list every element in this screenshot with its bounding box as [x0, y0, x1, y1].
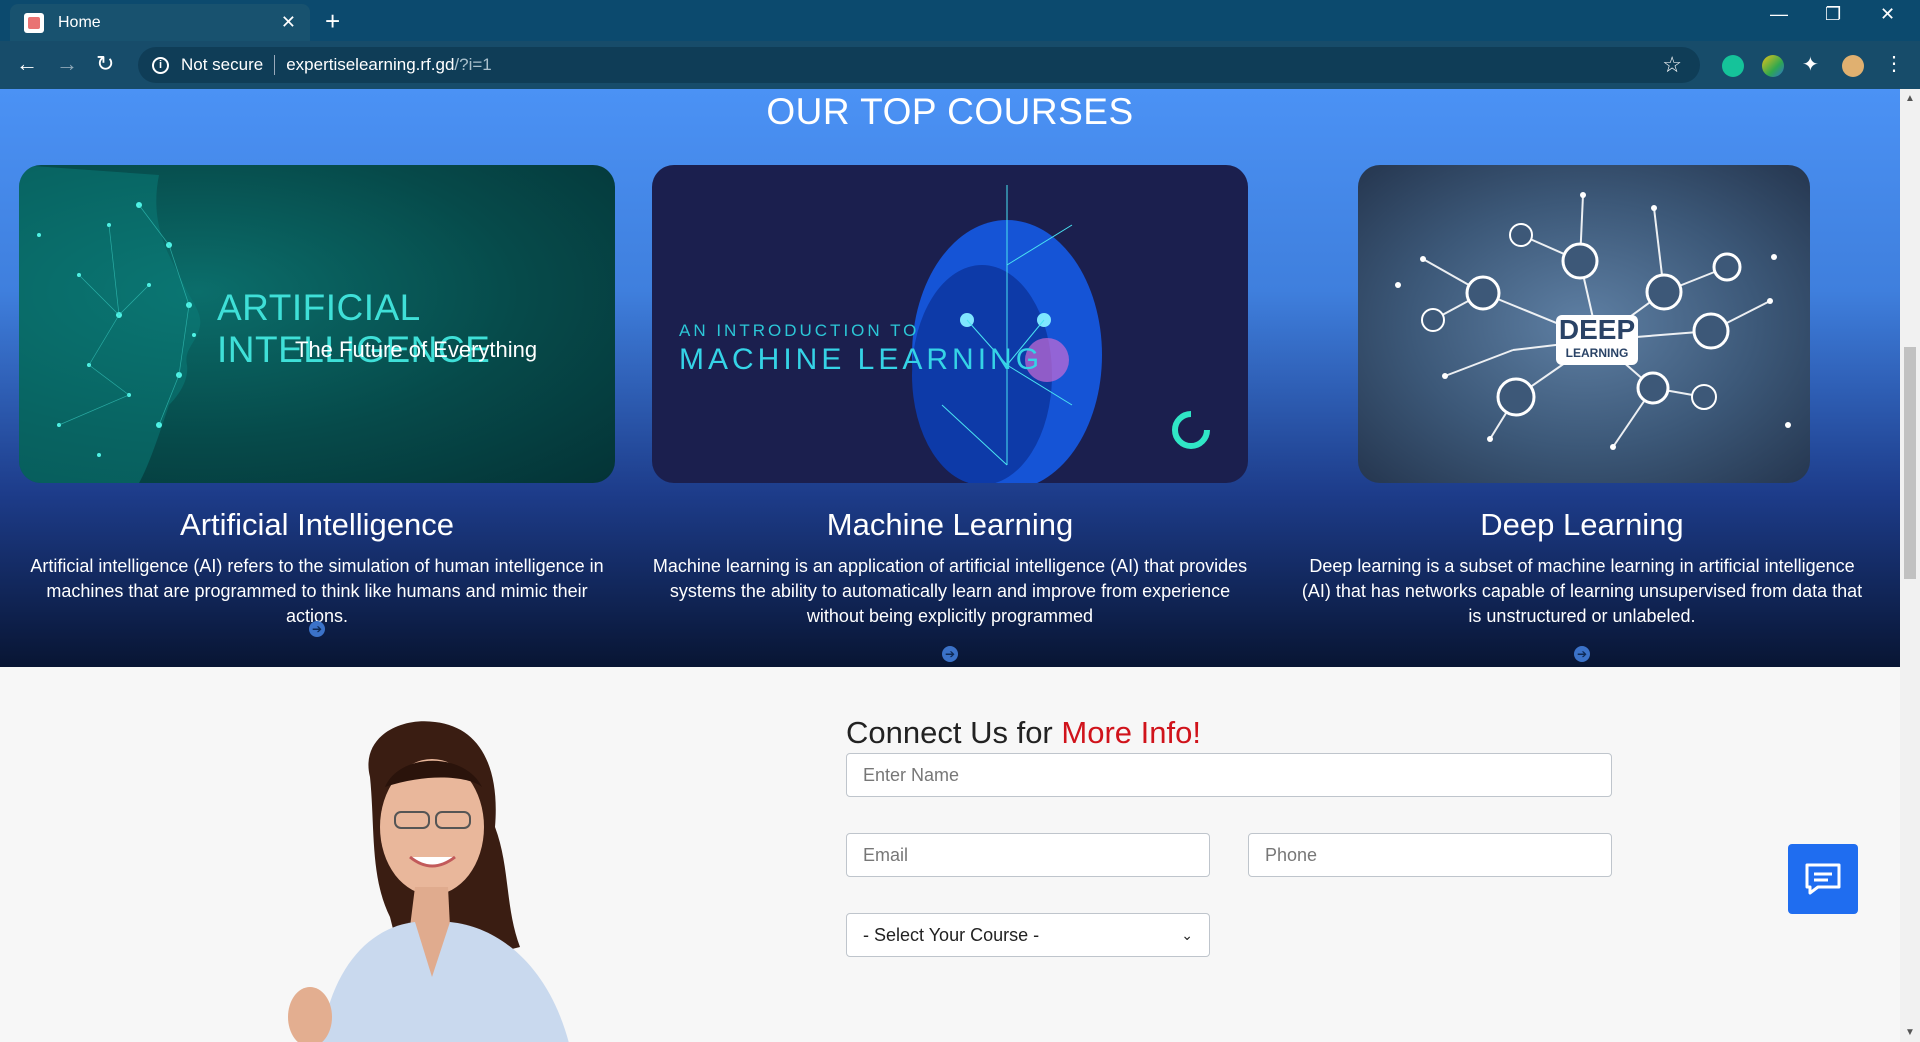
- menu-dots-icon[interactable]: ⋮: [1884, 51, 1906, 75]
- course-description-dl: Deep learning is a subset of machine lea…: [1301, 556, 1863, 626]
- page-viewport: OUR TOP COURSES ARTIFICIAL INTELLIGENCE …: [0, 89, 1900, 1042]
- new-tab-button[interactable]: +: [325, 6, 340, 37]
- grammarly-extension-icon[interactable]: [1722, 55, 1744, 77]
- arrow-right-circle-icon[interactable]: ➔: [309, 621, 325, 637]
- ai-image-subtitle: The Future of Everything: [295, 337, 538, 362]
- scrollbar-thumb[interactable]: [1904, 347, 1916, 579]
- site-favicon-icon: [24, 12, 44, 33]
- back-arrow-icon[interactable]: ←: [16, 51, 38, 77]
- dl-image-badge: DEEP LEARNING: [1556, 315, 1638, 365]
- contact-heading-accent: More Info!: [1061, 715, 1201, 750]
- star-icon[interactable]: ☆: [1662, 52, 1682, 78]
- security-label: Not secure: [181, 55, 264, 74]
- dl-course-image[interactable]: DEEP LEARNING: [1358, 165, 1810, 483]
- scroll-up-arrow-icon[interactable]: ▲: [1905, 93, 1915, 104]
- ml-image-title: MACHINE LEARNING: [679, 343, 1044, 376]
- course-title-dl[interactable]: Deep Learning: [1298, 507, 1866, 543]
- page-scrollbar[interactable]: ▲ ▼: [1900, 89, 1920, 1042]
- course-title-ai[interactable]: Artificial Intelligence: [19, 507, 615, 543]
- scroll-down-arrow-icon[interactable]: ▼: [1905, 1027, 1915, 1038]
- restore-button[interactable]: ❐: [1825, 4, 1841, 25]
- close-window-button[interactable]: ✕: [1880, 4, 1895, 25]
- profile-avatar[interactable]: [1842, 55, 1864, 77]
- address-bar[interactable]: i Not secure expertiselearning.rf.gd /?i…: [138, 47, 1700, 83]
- course-description-ai: Artificial intelligence (AI) refers to t…: [30, 556, 604, 626]
- browser-toolbar: ← → ↻ i Not secure expertiselearning.rf.…: [0, 41, 1920, 89]
- url-path: /?i=1: [454, 55, 492, 74]
- info-icon[interactable]: i: [152, 56, 169, 74]
- dl-image-title: DEEP: [1558, 314, 1636, 345]
- course-title-ml[interactable]: Machine Learning: [652, 507, 1248, 543]
- ml-course-image[interactable]: AN INTRODUCTION TO MACHINE LEARNING: [652, 165, 1248, 483]
- contact-heading-text: Connect Us for: [846, 715, 1062, 750]
- section-heading: OUR TOP COURSES: [766, 91, 1134, 132]
- reload-icon[interactable]: ↻: [96, 51, 114, 77]
- minimize-button[interactable]: —: [1770, 4, 1788, 25]
- woman-photo: [288, 721, 569, 1042]
- name-input[interactable]: [846, 753, 1612, 797]
- arrow-right-circle-icon[interactable]: ➔: [942, 646, 958, 662]
- email-input[interactable]: [846, 833, 1210, 877]
- contact-section: Connect Us for More Info! - Select Your …: [0, 667, 1900, 1042]
- url-host: expertiselearning.rf.gd: [286, 55, 455, 74]
- chat-bubble-icon: [1805, 863, 1841, 895]
- tab-home[interactable]: Home ✕: [10, 4, 310, 41]
- chat-widget-button[interactable]: [1788, 844, 1858, 914]
- arrow-right-circle-icon[interactable]: ➔: [1574, 646, 1590, 662]
- browser-tab-bar: Home ✕ + — ❐ ✕: [0, 0, 1920, 41]
- puzzle-extensions-icon[interactable]: ✦: [1802, 52, 1824, 76]
- phone-input[interactable]: [1248, 833, 1612, 877]
- address-separator: [274, 55, 276, 75]
- top-courses-section: OUR TOP COURSES ARTIFICIAL INTELLIGENCE …: [0, 89, 1900, 667]
- chevron-down-icon: ⌄: [1181, 926, 1193, 943]
- tab-title: Home: [58, 13, 101, 31]
- ai-course-image[interactable]: ARTIFICIAL INTELLIGENCE The Future of Ev…: [19, 165, 615, 483]
- contact-heading: Connect Us for More Info!: [846, 715, 1201, 751]
- dl-image-subtitle: LEARNING: [1565, 346, 1629, 360]
- course-select[interactable]: - Select Your Course - ⌄: [846, 913, 1210, 957]
- course-description-ml: Machine learning is an application of ar…: [652, 556, 1248, 626]
- close-tab-icon[interactable]: ✕: [281, 12, 296, 33]
- forward-arrow-icon[interactable]: →: [56, 51, 78, 77]
- ai-face-graphic: [19, 165, 201, 483]
- extension-icon[interactable]: [1762, 55, 1784, 77]
- ml-image-supertitle: AN INTRODUCTION TO: [679, 321, 920, 340]
- course-select-value: - Select Your Course -: [863, 924, 1040, 945]
